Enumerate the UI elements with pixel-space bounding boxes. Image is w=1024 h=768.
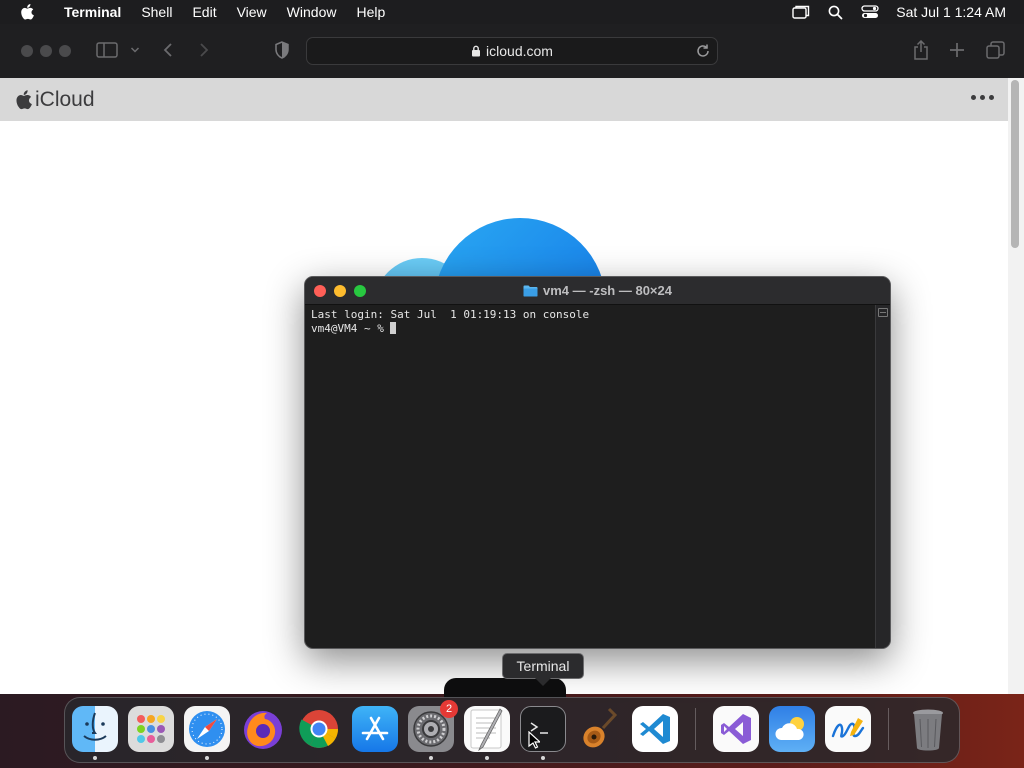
control-center-icon[interactable] [852, 5, 888, 19]
launchpad-icon [137, 715, 165, 743]
dock-app-store[interactable] [352, 706, 398, 752]
share-icon[interactable] [912, 40, 930, 60]
terminal-cursor [390, 322, 397, 334]
terminal-scrollbar[interactable] [875, 305, 890, 648]
scroll-grip-icon[interactable] [878, 308, 888, 317]
screen-mirroring-icon[interactable] [783, 5, 819, 19]
terminal-last-login: Last login: Sat Jul 1 01:19:13 on consol… [311, 308, 590, 321]
dock-finder[interactable] [72, 706, 118, 752]
icloud-header: iCloud [0, 78, 1008, 121]
reload-icon[interactable] [695, 43, 711, 59]
dock-safari[interactable] [184, 706, 230, 752]
app-store-icon [361, 716, 389, 741]
forward-chevron-icon[interactable] [198, 42, 210, 58]
folder-icon [523, 285, 538, 297]
terminal-output[interactable]: Last login: Sat Jul 1 01:19:13 on consol… [311, 308, 871, 336]
spotlight-search-icon[interactable] [819, 5, 852, 20]
apple-menu[interactable] [0, 4, 54, 20]
freeform-squiggle-icon [831, 718, 865, 738]
safari-compass-icon [189, 711, 225, 747]
dock-visual-studio[interactable] [713, 706, 759, 752]
terminal-window[interactable]: vm4 — -zsh — 80×24 Last login: Sat Jul 1… [304, 276, 891, 649]
back-chevron-icon[interactable] [162, 42, 174, 58]
page-scrollbar-thumb[interactable] [1011, 80, 1019, 248]
more-options-icon[interactable] [971, 95, 994, 100]
dock-vscode[interactable] [632, 706, 678, 752]
apple-icon [15, 89, 32, 110]
terminal-titlebar[interactable]: vm4 — -zsh — 80×24 [305, 277, 890, 305]
menu-edit[interactable]: Edit [182, 4, 226, 20]
vscode-icon [640, 714, 670, 744]
dock-firefox[interactable] [240, 706, 286, 752]
notification-badge: 2 [440, 700, 458, 718]
close-button-inactive[interactable] [21, 45, 33, 57]
mouse-pointer-icon [528, 731, 540, 749]
close-button[interactable] [314, 285, 326, 297]
menu-view[interactable]: View [227, 4, 277, 20]
finder-icon [83, 712, 107, 741]
chrome-icon [299, 710, 339, 748]
dock-tooltip: Terminal [502, 653, 584, 679]
apple-icon [21, 4, 34, 20]
terminal-prompt: vm4@VM4 ~ % [311, 322, 391, 335]
running-indicator [93, 756, 97, 760]
menu-app-terminal[interactable]: Terminal [54, 4, 131, 20]
dock-instruments[interactable] [576, 706, 622, 752]
safari-toolbar: icloud.com [0, 24, 1024, 78]
dock-chrome[interactable] [296, 706, 342, 752]
zoom-button[interactable] [354, 285, 366, 297]
dock-system-settings[interactable]: 2 [408, 700, 458, 752]
firefox-icon [244, 711, 282, 749]
privacy-shield-icon[interactable] [274, 41, 290, 59]
icloud-logo[interactable]: iCloud [15, 88, 95, 112]
dock-trash[interactable] [905, 706, 951, 752]
dock-separator [695, 708, 696, 750]
new-tab-plus-icon[interactable] [949, 42, 965, 58]
dock-launchpad[interactable] [128, 706, 174, 752]
guitar-icon [583, 707, 618, 748]
tab-group-chevron-down-icon[interactable] [130, 46, 140, 54]
menu-shell[interactable]: Shell [131, 4, 182, 20]
address-bar-url: icloud.com [486, 43, 553, 59]
zoom-button-inactive[interactable] [59, 45, 71, 57]
sidebar-toggle-icon[interactable] [96, 42, 118, 58]
terminal-title: vm4 — -zsh — 80×24 [543, 283, 672, 298]
running-indicator [429, 756, 433, 760]
running-indicator [485, 756, 489, 760]
dock: 2 [64, 697, 960, 763]
dock-freeform[interactable] [825, 706, 871, 752]
visual-studio-icon [721, 714, 751, 744]
minimize-button[interactable] [334, 285, 346, 297]
trash-icon [913, 709, 943, 751]
minimize-button-inactive[interactable] [40, 45, 52, 57]
icloud-title: iCloud [35, 87, 95, 111]
textedit-icon [470, 708, 503, 751]
lock-icon [471, 45, 481, 57]
menubar: Terminal Shell Edit View Window Help Sat… [0, 0, 1024, 24]
tab-overview-icon[interactable] [986, 41, 1005, 59]
dock-weather[interactable] [769, 706, 815, 752]
menu-window[interactable]: Window [277, 4, 347, 20]
menubar-clock[interactable]: Sat Jul 1 1:24 AM [888, 4, 1024, 20]
weather-cloud-sun-icon [775, 717, 804, 740]
running-indicator [541, 756, 545, 760]
address-bar[interactable]: icloud.com [306, 37, 718, 65]
menu-help[interactable]: Help [346, 4, 395, 20]
dock-textedit[interactable] [464, 706, 510, 752]
dock-separator [888, 708, 889, 750]
running-indicator [205, 756, 209, 760]
tooltip-arrow [535, 678, 551, 686]
dock-terminal[interactable] [520, 706, 566, 752]
